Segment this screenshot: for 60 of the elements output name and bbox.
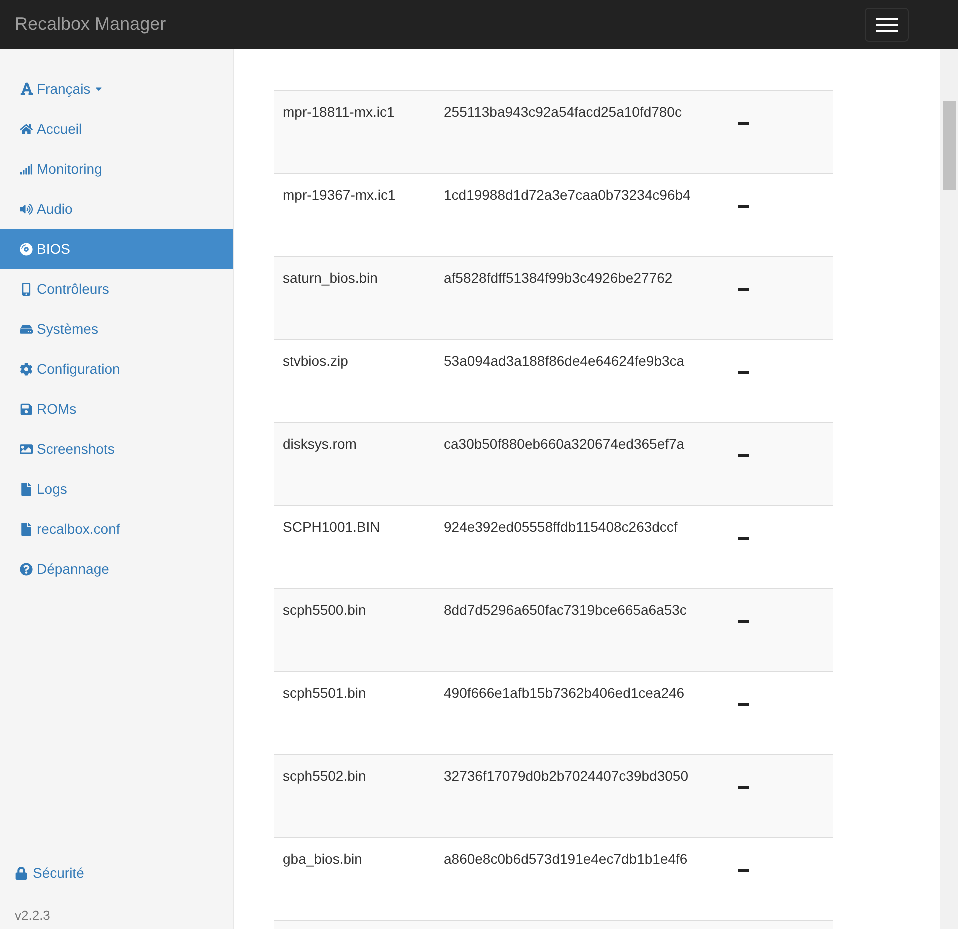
minus-icon — [738, 703, 749, 706]
nav-item[interactable]: Screenshots — [0, 429, 233, 469]
language-dropdown[interactable]: Français — [0, 69, 233, 109]
file-name-cell: SCPH1001.BIN — [283, 519, 380, 535]
gear-icon — [20, 362, 33, 376]
signal-bars-icon — [20, 162, 33, 176]
nav-item[interactable]: Configuration — [0, 349, 233, 389]
file-name-cell: gba_bios.bin — [283, 851, 362, 867]
checksum-cell: af5828fdff51384f99b3c4926be27762 — [444, 270, 673, 286]
minus-icon — [738, 620, 749, 623]
nav-item[interactable]: Monitoring — [0, 149, 233, 189]
speaker-icon — [20, 202, 33, 216]
minus-icon — [738, 454, 749, 457]
nav-item[interactable]: Dépannage — [0, 549, 233, 589]
minus-icon — [738, 786, 749, 789]
file-name-cell: scph5500.bin — [283, 602, 366, 618]
menu-button[interactable] — [865, 8, 909, 42]
nav-item[interactable]: Logs — [0, 469, 233, 509]
file-name-cell: saturn_bios.bin — [283, 270, 378, 286]
checksum-cell: ca30b50f880eb660a320674ed365ef7a — [444, 436, 685, 452]
checksum-cell: a860e8c0b6d573d191e4ec7db1b1e4f6 — [444, 851, 688, 867]
checksum-cell: 490f666e1afb15b7362b406ed1cea246 — [444, 685, 685, 701]
nav-item[interactable]: Audio — [0, 189, 233, 229]
minus-icon — [738, 122, 749, 125]
file-name-cell: scph5502.bin — [283, 768, 366, 784]
minus-icon — [738, 371, 749, 374]
font-icon — [20, 82, 34, 96]
minus-icon — [738, 869, 749, 872]
checksum-cell: 32736f17079d0b2b7024407c39bd3050 — [444, 768, 688, 784]
nav-item[interactable]: Accueil — [0, 109, 233, 149]
file-name-cell: mpr-18811-mx.ic1 — [283, 104, 395, 120]
file-icon — [20, 482, 33, 496]
drive-icon — [20, 322, 33, 336]
checksum-cell: 8dd7d5296a650fac7319bce665a6a53c — [444, 602, 687, 618]
minus-icon — [738, 288, 749, 291]
lock-icon — [15, 866, 28, 880]
nav-item[interactable]: ROMs — [0, 389, 233, 429]
checksum-cell: 924e392ed05558ffdb115408c263dccf — [444, 519, 678, 535]
minus-icon — [738, 205, 749, 208]
help-icon — [20, 562, 33, 576]
minus-icon — [738, 537, 749, 540]
file-name-cell: scph5501.bin — [283, 685, 366, 701]
nav-item[interactable]: Systèmes — [0, 309, 233, 349]
home-icon — [20, 122, 33, 136]
checksum-cell: 53a094ad3a188f86de4e64624fe9b3ca — [444, 353, 685, 369]
nav-item[interactable]: BIOS — [0, 229, 233, 269]
nav-item[interactable]: recalbox.conf — [0, 509, 233, 549]
phone-icon — [20, 282, 33, 296]
checksum-cell: 255113ba943c92a54facd25a10fd780c — [444, 104, 682, 120]
file-icon — [20, 522, 33, 536]
version-label: v2.2.3 — [15, 906, 52, 924]
file-name-cell: stvbios.zip — [283, 353, 348, 369]
image-icon — [20, 442, 33, 456]
nav-item[interactable]: Contrôleurs — [0, 269, 233, 309]
file-name-cell: disksys.rom — [283, 436, 357, 452]
security-link[interactable]: Sécurité — [15, 862, 218, 884]
brand-title[interactable]: Recalbox Manager — [15, 11, 166, 38]
file-name-cell: mpr-19367-mx.ic1 — [283, 187, 396, 203]
scrollbar[interactable] — [940, 49, 958, 929]
checksum-cell: 1cd19988d1d72a3e7caa0b73234c96b4 — [444, 187, 691, 203]
